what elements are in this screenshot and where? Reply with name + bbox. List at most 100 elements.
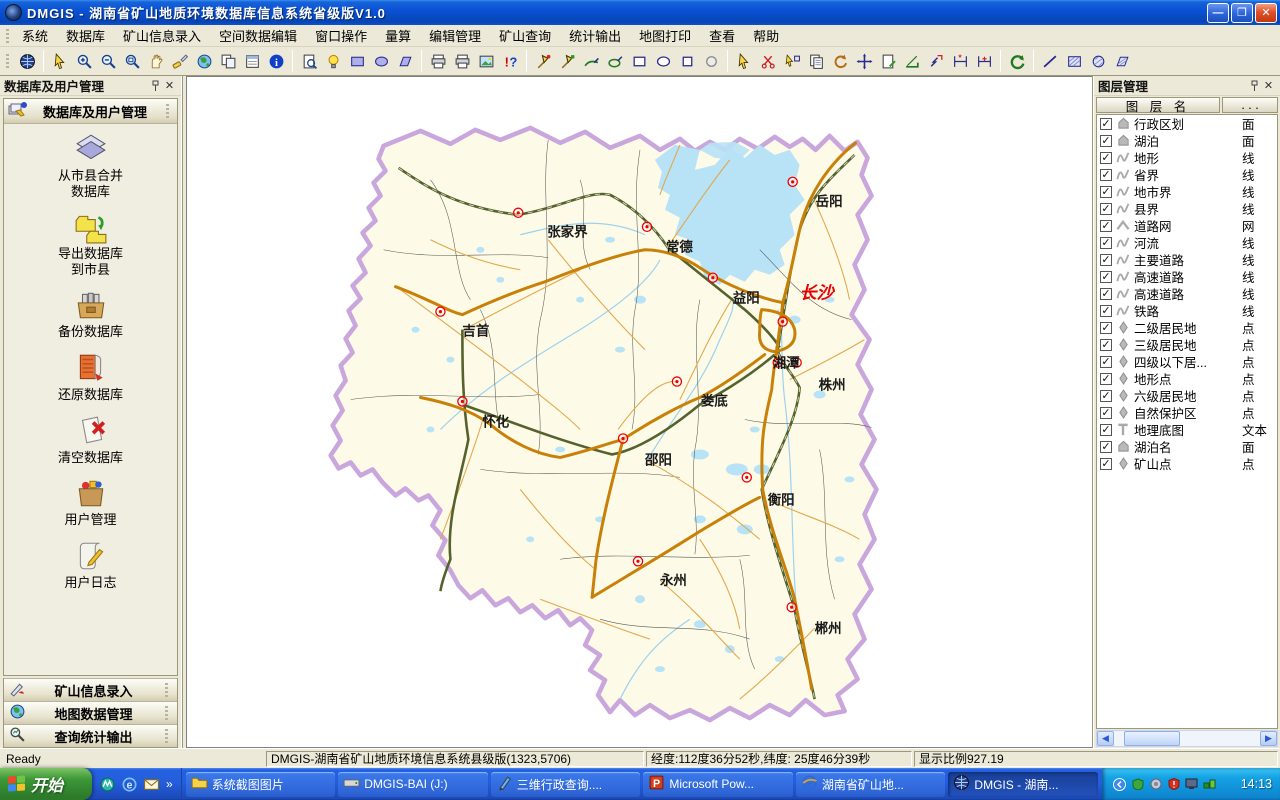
select-button[interactable] <box>48 49 72 73</box>
taskbar-task-4[interactable]: PMicrosoft Pow... <box>643 772 793 797</box>
action-user-mgmt[interactable]: 用户管理 <box>4 476 177 528</box>
action-export-db[interactable]: 导出数据库 到市县 <box>4 210 177 277</box>
menu-item-3[interactable]: 矿山信息录入 <box>114 23 210 48</box>
hatch-circle-button[interactable] <box>1086 49 1110 73</box>
ellipse-outline-button[interactable] <box>651 49 675 73</box>
layer-checkbox[interactable]: ✓ <box>1100 152 1112 164</box>
tray-green-icon[interactable] <box>1130 777 1145 792</box>
db-user-section-header[interactable]: 数据库及用户管理 <box>4 99 177 124</box>
taskbar-task-1[interactable]: 系统截图图片 <box>186 772 336 797</box>
layer-row[interactable]: ✓县界线 <box>1097 200 1277 217</box>
flag-a-button[interactable] <box>531 49 555 73</box>
menu-item-1[interactable]: 系统 <box>13 23 57 48</box>
quick-launch-more[interactable]: » <box>164 777 175 791</box>
action-user-log[interactable]: 用户日志 <box>4 539 177 591</box>
layer-name-column-button[interactable]: 图 层 名 <box>1096 97 1220 113</box>
undo-button[interactable] <box>1005 49 1029 73</box>
layer-row[interactable]: ✓自然保护区点 <box>1097 404 1277 421</box>
circle-outline-button[interactable] <box>699 49 723 73</box>
close-panel-icon[interactable]: ✕ <box>162 79 177 93</box>
group-button-map-data[interactable]: 地图数据管理 <box>4 701 177 724</box>
scroll-thumb[interactable] <box>1124 731 1180 746</box>
tray-volume-icon[interactable] <box>1148 777 1163 792</box>
move-node-button[interactable] <box>780 49 804 73</box>
layer-row[interactable]: ✓省界线 <box>1097 166 1277 183</box>
shape-poly-button[interactable] <box>393 49 417 73</box>
action-clear-db[interactable]: 清空数据库 <box>4 414 177 466</box>
dim-b-button[interactable] <box>972 49 996 73</box>
layer-checkbox[interactable]: ✓ <box>1100 288 1112 300</box>
layer-panel-hscrollbar[interactable]: ◀ ▶ <box>1096 730 1278 747</box>
print-button[interactable] <box>426 49 450 73</box>
layer-row[interactable]: ✓高速道路线 <box>1097 268 1277 285</box>
start-button[interactable]: 开始 <box>0 768 92 800</box>
layer-checkbox[interactable]: ✓ <box>1100 203 1112 215</box>
form-button[interactable] <box>240 49 264 73</box>
tray-security-icon[interactable] <box>1166 777 1181 792</box>
pen-shape-button[interactable] <box>603 49 627 73</box>
tray-display-icon[interactable] <box>1184 777 1199 792</box>
msn-icon[interactable] <box>98 775 116 793</box>
menu-item-5[interactable]: 窗口操作 <box>306 23 376 48</box>
layer-row[interactable]: ✓湖泊面 <box>1097 132 1277 149</box>
image-export-button[interactable] <box>474 49 498 73</box>
action-restore-db[interactable]: 还原数据库 <box>4 351 177 403</box>
hunan-map[interactable]: 张家界常德岳阳吉首益阳长沙湘潭株州娄底怀化邵阳衡阳永州郴州 <box>187 77 1092 747</box>
layer-checkbox[interactable]: ✓ <box>1100 441 1112 453</box>
move-cross-button[interactable] <box>852 49 876 73</box>
dim-a-button[interactable]: * <box>948 49 972 73</box>
globe-button[interactable] <box>192 49 216 73</box>
menu-item-2[interactable]: 数据库 <box>57 23 114 48</box>
layer-row[interactable]: ✓地形线 <box>1097 149 1277 166</box>
layer-checkbox[interactable]: ✓ <box>1100 271 1112 283</box>
zoom-extent-button[interactable] <box>120 49 144 73</box>
layer-checkbox[interactable]: ✓ <box>1100 220 1112 232</box>
taskbar-task-3[interactable]: 三维行政查询.... <box>491 772 641 797</box>
layer-row[interactable]: ✓高速道路线 <box>1097 285 1277 302</box>
layer-more-column-button[interactable]: . . . <box>1222 97 1278 113</box>
layer-row[interactable]: ✓矿山点点 <box>1097 455 1277 472</box>
layer-checkbox[interactable]: ✓ <box>1100 407 1112 419</box>
taskbar-task-6[interactable]: DMGIS - 湖南... <box>948 772 1098 797</box>
layer-row[interactable]: ✓铁路线 <box>1097 302 1277 319</box>
help-button[interactable]: !? <box>498 49 522 73</box>
shape-ellipse-button[interactable] <box>369 49 393 73</box>
menu-item-6[interactable]: 量算 <box>376 23 420 48</box>
layer-row[interactable]: ✓六级居民地点 <box>1097 387 1277 404</box>
snap-button[interactable] <box>924 49 948 73</box>
layer-row[interactable]: ✓湖泊名面 <box>1097 438 1277 455</box>
layer-checkbox[interactable]: ✓ <box>1100 305 1112 317</box>
app-globe-button[interactable] <box>15 49 39 73</box>
layer-row[interactable]: ✓四级以下居...点 <box>1097 353 1277 370</box>
measure-button[interactable] <box>900 49 924 73</box>
layer-checkbox[interactable]: ✓ <box>1100 169 1112 181</box>
pan-hand-button[interactable] <box>144 49 168 73</box>
minimize-button[interactable]: — <box>1207 3 1229 23</box>
menu-item-8[interactable]: 矿山查询 <box>490 23 560 48</box>
rect-outline-button[interactable] <box>627 49 651 73</box>
zoom-out-button[interactable] <box>96 49 120 73</box>
layer-checkbox[interactable]: ✓ <box>1100 322 1112 334</box>
flag-b-button[interactable] <box>555 49 579 73</box>
doc-edit-button[interactable] <box>876 49 900 73</box>
taskbar-task-5[interactable]: e湖南省矿山地... <box>796 772 946 797</box>
taskbar-task-2[interactable]: DMGIS-BAI (J:) <box>338 772 488 797</box>
layer-row[interactable]: ✓三级居民地点 <box>1097 336 1277 353</box>
layer-row[interactable]: ✓行政区划面 <box>1097 115 1277 132</box>
copy-stack-button[interactable] <box>804 49 828 73</box>
pen-line-button[interactable] <box>579 49 603 73</box>
menu-item-12[interactable]: 帮助 <box>744 23 788 48</box>
close-button[interactable]: ✕ <box>1255 3 1277 23</box>
layer-row[interactable]: ✓道路网网 <box>1097 217 1277 234</box>
restore-button[interactable]: ❐ <box>1231 3 1253 23</box>
layer-row[interactable]: ✓地理底图文本 <box>1097 421 1277 438</box>
layer-checkbox[interactable]: ✓ <box>1100 424 1112 436</box>
close-panel-icon[interactable]: ✕ <box>1261 79 1276 93</box>
hatch-rect-button[interactable] <box>1062 49 1086 73</box>
print2-button[interactable] <box>450 49 474 73</box>
shape-rect-button[interactable] <box>345 49 369 73</box>
layer-checkbox[interactable]: ✓ <box>1100 373 1112 385</box>
layer-checkbox[interactable]: ✓ <box>1100 237 1112 249</box>
layer-checkbox[interactable]: ✓ <box>1100 118 1112 130</box>
info-button[interactable]: i <box>264 49 288 73</box>
